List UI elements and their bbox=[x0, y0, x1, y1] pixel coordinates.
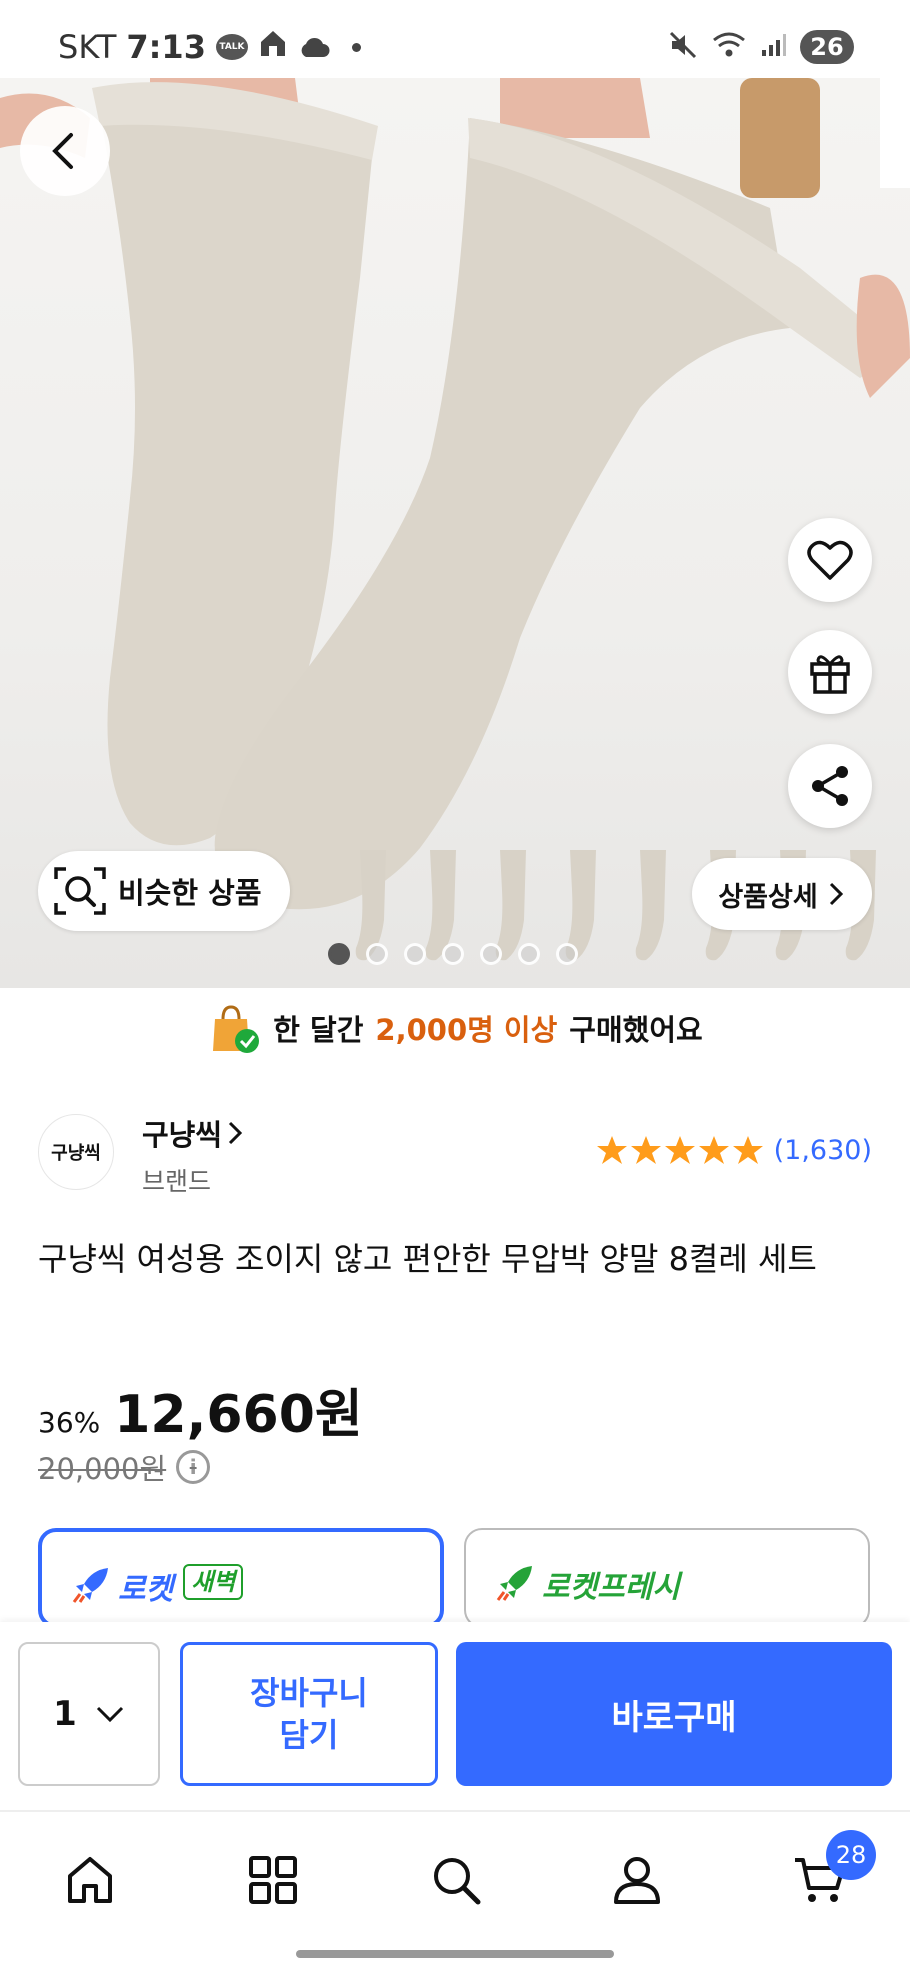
gift-button[interactable] bbox=[788, 630, 872, 714]
talk-icon: TALK bbox=[215, 34, 248, 60]
star-rating-icon bbox=[596, 1136, 763, 1164]
discount-rate: 36% bbox=[38, 1406, 101, 1439]
bottom-nav bbox=[0, 1810, 910, 1972]
cloud-icon bbox=[298, 28, 330, 66]
gift-icon bbox=[810, 655, 850, 694]
add-to-cart-button[interactable]: 장바구니 담기 bbox=[180, 1642, 438, 1786]
similar-products-button[interactable]: 비슷한 상품 bbox=[38, 851, 290, 931]
wifi-icon bbox=[712, 31, 746, 63]
info-icon[interactable]: i bbox=[176, 1450, 211, 1484]
price-row: 36% 12,660원 bbox=[38, 1372, 363, 1447]
carousel-dot[interactable] bbox=[366, 943, 388, 965]
banner-highlight: 2,000명 이상 bbox=[375, 1013, 558, 1047]
battery-indicator: 26 bbox=[800, 30, 854, 64]
carousel-dot[interactable] bbox=[518, 943, 540, 965]
signal-icon bbox=[760, 32, 786, 62]
shopping-bag-icon bbox=[213, 1005, 260, 1053]
brand-link[interactable]: 구냥씩 bbox=[142, 1112, 244, 1154]
heart-icon bbox=[807, 540, 853, 580]
purchase-action-bar: 1 장바구니 담기 바로구매 bbox=[0, 1622, 910, 1810]
dawn-tag: 새벽 bbox=[183, 1564, 244, 1600]
buy-now-button[interactable]: 바로구매 bbox=[456, 1642, 892, 1786]
quantity-select[interactable]: 1 bbox=[18, 1642, 160, 1786]
review-count[interactable]: (1,630) bbox=[774, 1135, 872, 1166]
search-icon bbox=[434, 1858, 481, 1905]
product-title: 구냥씩 여성용 조이지 않고 편안한 무압박 양말 8켤레 세트 bbox=[38, 1240, 817, 1278]
banner-suffix: 구매했어요 bbox=[569, 1013, 703, 1047]
product-image[interactable]: 비슷한 상품 상품상세 bbox=[0, 78, 910, 988]
rating[interactable]: (1,630) bbox=[596, 1134, 872, 1166]
wishlist-button[interactable] bbox=[788, 518, 872, 602]
cart-count-badge: 28 bbox=[826, 1830, 876, 1880]
delivery-option-rocket[interactable]: 로켓 새벽 bbox=[38, 1528, 444, 1628]
rocket-fresh-label: 로켓프레시 bbox=[542, 1570, 680, 1605]
add-to-cart-label-line2: 담기 bbox=[279, 1716, 339, 1754]
grid-icon bbox=[249, 1856, 297, 1904]
carousel-dot[interactable] bbox=[404, 943, 426, 965]
similar-products-label: 비슷한 상품 bbox=[118, 876, 262, 910]
quantity-value: 1 bbox=[53, 1694, 77, 1734]
brand-subtitle: 브랜드 bbox=[142, 1167, 212, 1196]
add-to-cart-label-line1: 장바구니 bbox=[250, 1674, 368, 1712]
rocket-fresh-icon bbox=[496, 1566, 532, 1601]
visual-search-icon bbox=[54, 867, 106, 915]
original-price-row: 20,000원 i bbox=[38, 1446, 211, 1488]
brand-logo-text: 구냥씩 bbox=[51, 1143, 101, 1164]
home-icon bbox=[68, 1857, 112, 1903]
product-detail-button[interactable]: 상품상세 bbox=[692, 858, 872, 930]
back-button[interactable] bbox=[20, 106, 110, 196]
sale-price: 12,660원 bbox=[114, 1385, 363, 1445]
product-detail-label: 상품상세 bbox=[718, 881, 818, 913]
chevron-left-icon bbox=[52, 133, 73, 169]
home-status-icon bbox=[258, 28, 288, 66]
mute-icon bbox=[668, 30, 698, 64]
rocket-label: 로켓 bbox=[118, 1572, 174, 1607]
share-icon bbox=[812, 766, 848, 806]
delivery-option-fresh[interactable]: 로켓프레시 bbox=[464, 1528, 870, 1628]
carrier-label: SKT bbox=[58, 28, 117, 66]
thumbnail[interactable] bbox=[626, 850, 686, 976]
status-bar: SKT 7:13 TALK 26 bbox=[0, 0, 910, 78]
carousel-dot[interactable] bbox=[328, 943, 350, 965]
carousel-indicator bbox=[328, 943, 578, 965]
brand-logo[interactable]: 구냥씩 bbox=[38, 1114, 114, 1190]
carousel-dot[interactable] bbox=[442, 943, 464, 965]
notification-dot-icon bbox=[351, 42, 361, 52]
nav-categories[interactable] bbox=[243, 1850, 303, 1910]
purchase-count-banner: 한 달간 2,000명 이상 구매했어요 bbox=[0, 988, 910, 1068]
user-icon bbox=[614, 1857, 660, 1904]
nav-search[interactable] bbox=[426, 1850, 486, 1910]
original-price: 20,000원 bbox=[38, 1452, 167, 1486]
clock: 7:13 bbox=[126, 28, 206, 66]
rocket-icon bbox=[72, 1568, 108, 1603]
chevron-down-icon bbox=[96, 1706, 123, 1723]
status-right: 26 bbox=[668, 30, 854, 64]
home-indicator bbox=[296, 1950, 614, 1958]
banner-prefix: 한 달간 bbox=[273, 1013, 364, 1047]
nav-my-account[interactable] bbox=[607, 1850, 667, 1910]
brand-name: 구냥씩 bbox=[142, 1118, 223, 1152]
share-button[interactable] bbox=[788, 744, 872, 828]
chevron-right-icon bbox=[829, 882, 843, 906]
carousel-dot[interactable] bbox=[480, 943, 502, 965]
nav-home[interactable] bbox=[60, 1850, 120, 1910]
buy-now-label: 바로구매 bbox=[611, 1697, 737, 1738]
chevron-right-icon bbox=[228, 1121, 243, 1145]
carousel-dot[interactable] bbox=[556, 943, 578, 965]
status-left: SKT 7:13 TALK bbox=[58, 28, 361, 66]
